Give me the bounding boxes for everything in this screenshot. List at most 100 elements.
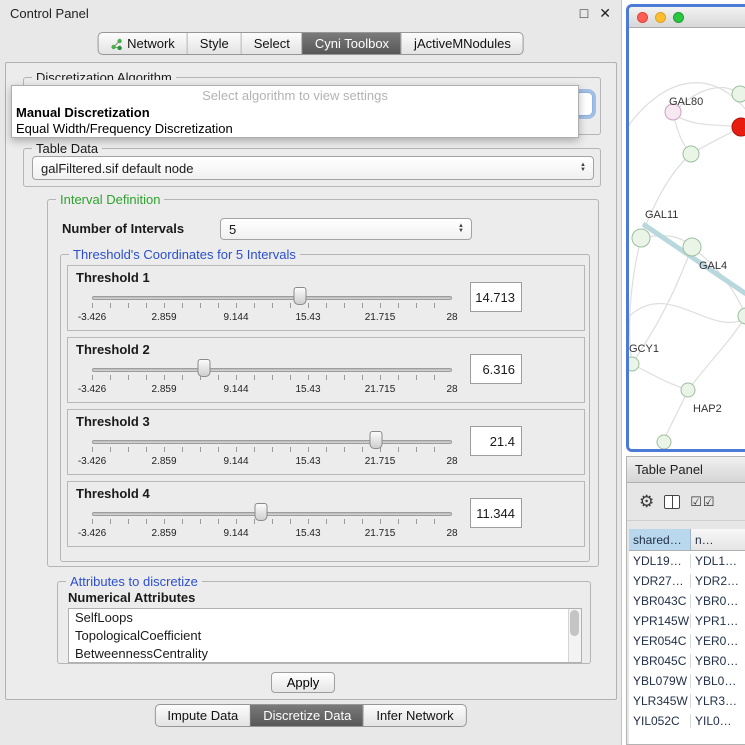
threshold-2-slider[interactable] <box>92 358 452 384</box>
columns-icon[interactable] <box>664 495 680 509</box>
table-cell[interactable]: YDR27… <box>629 574 691 588</box>
threshold-1-slider[interactable] <box>92 286 452 312</box>
scale-label: 2.859 <box>151 384 176 395</box>
float-window-icon[interactable]: □ <box>580 5 588 22</box>
slider-ticks <box>92 303 452 308</box>
table-row[interactable]: YPR145WYPR1… <box>629 611 745 631</box>
threshold-1-value-field[interactable]: 14.713 <box>470 282 522 312</box>
list-item-topologicalcoefficient[interactable]: TopologicalCoefficient <box>69 627 581 645</box>
table-cell[interactable]: YPR145W <box>629 614 691 628</box>
table-cell[interactable]: YDL19… <box>629 554 691 568</box>
close-window-icon[interactable]: ✕ <box>599 5 611 22</box>
node[interactable] <box>683 146 699 162</box>
slider-track[interactable] <box>92 368 452 372</box>
list-scrollbar[interactable] <box>568 609 581 662</box>
table-row[interactable]: YLR345WYLR3… <box>629 691 745 711</box>
node-gcy1[interactable] <box>629 357 639 371</box>
table-cell[interactable]: YER0… <box>691 634 745 648</box>
scale-label: 15.43 <box>295 456 320 467</box>
gear-icon[interactable]: ⚙ <box>639 493 654 510</box>
threshold-4-value-field[interactable]: 11.344 <box>470 498 522 528</box>
table-cell[interactable]: YDL1… <box>691 554 745 568</box>
threshold-3-value-field[interactable]: 21.4 <box>470 426 522 456</box>
slider-ticks <box>92 447 452 452</box>
table-cell[interactable]: YBR045C <box>629 654 691 668</box>
threshold-2-value-field[interactable]: 6.316 <box>470 354 522 384</box>
table-cell[interactable]: YLR3… <box>691 694 745 708</box>
table-row[interactable]: YDL19…YDL1… <box>629 551 745 571</box>
table-row[interactable]: YBR045CYBR0… <box>629 651 745 671</box>
table-row[interactable]: YER054CYER0… <box>629 631 745 651</box>
algorithm-option-equal-width-frequency[interactable]: Equal Width/Frequency Discretization <box>12 121 578 137</box>
tab-select[interactable]: Select <box>241 33 302 54</box>
close-traffic-light-icon[interactable] <box>637 12 648 23</box>
zoom-traffic-light-icon[interactable] <box>673 12 684 23</box>
scale-label: 9.144 <box>223 312 248 323</box>
tab-impute-data[interactable]: Impute Data <box>155 705 250 726</box>
apply-button[interactable]: Apply <box>271 672 335 693</box>
list-item-selfloops[interactable]: SelfLoops <box>69 609 581 627</box>
node-gal11[interactable] <box>632 229 650 247</box>
table-data-selected-value: galFiltered.sif default node <box>41 161 193 176</box>
threshold-1-label: Threshold 1 <box>76 270 150 285</box>
algorithm-dropdown-popup: Select algorithm to view settings Manual… <box>11 85 579 138</box>
node-label-gcy1: GCY1 <box>629 343 659 355</box>
slider-thumb[interactable] <box>370 431 383 449</box>
interval-definition-group-label: Interval Definition <box>56 192 164 207</box>
control-panel-window: Control Panel □ ✕ Network Style Select C… <box>0 0 622 745</box>
table-cell[interactable]: YBR0… <box>691 654 745 668</box>
network-canvas[interactable]: GAL80 GAL11 GAL4 GCY1 HAP2 <box>629 28 745 452</box>
node[interactable] <box>732 86 745 102</box>
scale-label: 9.144 <box>223 384 248 395</box>
threshold-4-slider[interactable] <box>92 502 452 528</box>
table-cell[interactable]: YBR043C <box>629 594 691 608</box>
table-cell[interactable]: YPR1… <box>691 614 745 628</box>
tab-style[interactable]: Style <box>187 33 241 54</box>
list-item-betweennesscentrality[interactable]: BetweennessCentrality <box>69 645 581 663</box>
slider-thumb[interactable] <box>293 287 306 305</box>
table-data-combobox[interactable]: galFiltered.sif default node ▲▼ <box>32 156 594 180</box>
bottom-tab-strip: Impute Data Discretize Data Infer Networ… <box>154 704 466 727</box>
numerical-attributes-list[interactable]: SelfLoops TopologicalCoefficient Between… <box>68 608 582 663</box>
slider-track[interactable] <box>92 296 452 300</box>
column-header-name[interactable]: n… <box>691 529 745 550</box>
slider-track[interactable] <box>92 440 452 444</box>
scrollbar-thumb[interactable] <box>570 610 579 636</box>
slider-thumb[interactable] <box>255 503 268 521</box>
select-columns-checkbox-icon[interactable]: ☑☑ <box>690 495 715 508</box>
column-header-shared-name[interactable]: shared… <box>629 529 691 550</box>
network-nodes[interactable] <box>629 86 745 449</box>
tab-cyni-toolbox[interactable]: Cyni Toolbox <box>302 33 401 54</box>
node-selected-red[interactable] <box>732 118 745 136</box>
table-data-group-label: Table Data <box>32 141 102 156</box>
table-cell[interactable]: YDR2… <box>691 574 745 588</box>
minimize-traffic-light-icon[interactable] <box>655 12 666 23</box>
table-row[interactable]: YBL079WYBL0… <box>629 671 745 691</box>
table-cell[interactable]: YER054C <box>629 634 691 648</box>
algorithm-option-manual-discretization[interactable]: Manual Discretization <box>12 105 578 121</box>
algorithm-placeholder-option[interactable]: Select algorithm to view settings <box>12 86 578 105</box>
slider-track[interactable] <box>92 512 452 516</box>
table-cell[interactable]: YIL0… <box>691 714 745 728</box>
tab-jactivemnodules[interactable]: jActiveMNodules <box>401 33 523 54</box>
network-view-window: GAL80 GAL11 GAL4 GCY1 HAP2 <box>626 4 745 452</box>
slider-thumb[interactable] <box>197 359 210 377</box>
tab-network[interactable]: Network <box>98 33 187 54</box>
node-gal4[interactable] <box>683 238 701 256</box>
node[interactable] <box>657 435 671 449</box>
table-row[interactable]: YIL052CYIL0… <box>629 711 745 731</box>
number-of-intervals-combobox[interactable]: 5 ▲▼ <box>220 218 472 240</box>
threshold-3-slider[interactable] <box>92 430 452 456</box>
table-row[interactable]: YDR27…YDR2… <box>629 571 745 591</box>
network-icon <box>110 38 122 50</box>
table-cell[interactable]: YBR0… <box>691 594 745 608</box>
tab-infer-network[interactable]: Infer Network <box>363 705 465 726</box>
scale-label: 15.43 <box>295 528 320 539</box>
table-row[interactable]: YBR043CYBR0… <box>629 591 745 611</box>
table-cell[interactable]: YBL0… <box>691 674 745 688</box>
table-cell[interactable]: YLR345W <box>629 694 691 708</box>
table-cell[interactable]: YBL079W <box>629 674 691 688</box>
tab-discretize-data[interactable]: Discretize Data <box>250 705 363 726</box>
node-hap2[interactable] <box>681 383 695 397</box>
table-cell[interactable]: YIL052C <box>629 714 691 728</box>
